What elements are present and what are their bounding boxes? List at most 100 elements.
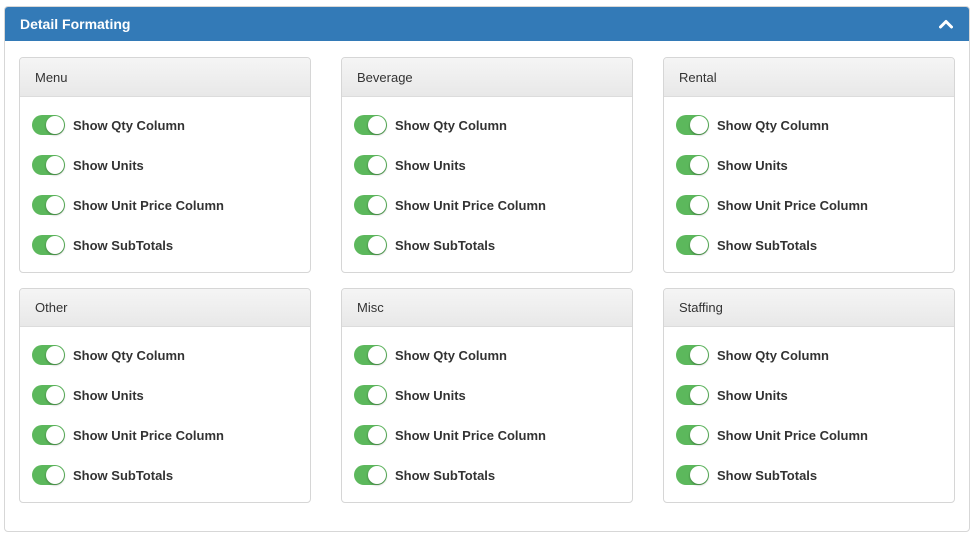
toggle-switch[interactable] [32, 345, 65, 365]
toggle-label: Show SubTotals [717, 237, 818, 253]
toggle-switch[interactable] [354, 465, 387, 485]
toggle-knob [46, 196, 64, 214]
toggle-switch[interactable] [32, 425, 65, 445]
section-title: Rental [664, 58, 954, 97]
toggle-switch[interactable] [676, 195, 709, 215]
toggle-show-unit-price-column[interactable]: Show Unit Price Column [32, 194, 224, 216]
toggle-knob [690, 236, 708, 254]
toggle-switch[interactable] [354, 235, 387, 255]
toggle-label: Show Unit Price Column [717, 427, 868, 443]
toggle-label: Show Qty Column [395, 117, 507, 133]
toggle-label: Show Units [717, 157, 788, 173]
toggle-show-unit-price-column[interactable]: Show Unit Price Column [676, 424, 868, 446]
toggle-label: Show Unit Price Column [73, 427, 224, 443]
toggle-knob [46, 466, 64, 484]
toggle-label: Show Unit Price Column [73, 197, 224, 213]
toggle-show-subtotals[interactable]: Show SubTotals [32, 464, 173, 486]
toggle-label: Show Unit Price Column [717, 197, 868, 213]
section-title: Misc [342, 289, 632, 327]
toggle-switch[interactable] [676, 385, 709, 405]
toggle-knob [690, 346, 708, 364]
toggle-show-unit-price-column[interactable]: Show Unit Price Column [32, 424, 224, 446]
toggle-show-qty-column[interactable]: Show Qty Column [676, 114, 829, 136]
toggle-switch[interactable] [676, 115, 709, 135]
toggle-switch[interactable] [676, 155, 709, 175]
toggle-knob [368, 426, 386, 444]
toggle-show-subtotals[interactable]: Show SubTotals [354, 234, 495, 256]
toggle-knob [368, 386, 386, 404]
toggle-knob [46, 346, 64, 364]
section-card-menu: Menu Show Qty Column Show Units Show Uni… [19, 57, 311, 273]
toggle-knob [46, 426, 64, 444]
toggle-label: Show SubTotals [73, 237, 174, 253]
toggle-show-unit-price-column[interactable]: Show Unit Price Column [354, 424, 546, 446]
toggle-label: Show Qty Column [717, 347, 829, 363]
toggle-knob [690, 116, 708, 134]
toggle-knob [368, 116, 386, 134]
toggle-show-qty-column[interactable]: Show Qty Column [354, 344, 507, 366]
toggle-show-subtotals[interactable]: Show SubTotals [354, 464, 495, 486]
toggle-knob [368, 156, 386, 174]
toggle-show-units[interactable]: Show Units [676, 154, 788, 176]
toggle-switch[interactable] [354, 425, 387, 445]
toggle-knob [46, 386, 64, 404]
toggle-switch[interactable] [32, 235, 65, 255]
toggle-label: Show Units [395, 387, 466, 403]
toggle-switch[interactable] [32, 385, 65, 405]
toggle-show-unit-price-column[interactable]: Show Unit Price Column [676, 194, 868, 216]
toggle-label: Show Unit Price Column [395, 427, 546, 443]
toggle-show-qty-column[interactable]: Show Qty Column [676, 344, 829, 366]
toggle-label: Show Units [717, 387, 788, 403]
section-card-misc: Misc Show Qty Column Show Units Show Uni… [341, 288, 633, 503]
toggle-switch[interactable] [354, 195, 387, 215]
toggle-label: Show Units [73, 157, 144, 173]
sections-grid: Menu Show Qty Column Show Units Show Uni… [0, 0, 976, 539]
toggle-switch[interactable] [32, 115, 65, 135]
toggle-knob [690, 196, 708, 214]
toggle-show-qty-column[interactable]: Show Qty Column [32, 344, 185, 366]
section-title: Menu [20, 58, 310, 97]
toggle-show-subtotals[interactable]: Show SubTotals [676, 234, 817, 256]
toggle-show-qty-column[interactable]: Show Qty Column [32, 114, 185, 136]
toggle-label: Show Units [395, 157, 466, 173]
section-card-rental: Rental Show Qty Column Show Units Show U… [663, 57, 955, 273]
toggle-show-units[interactable]: Show Units [32, 384, 144, 406]
toggle-switch[interactable] [354, 345, 387, 365]
toggle-show-unit-price-column[interactable]: Show Unit Price Column [354, 194, 546, 216]
toggle-knob [46, 156, 64, 174]
toggle-switch[interactable] [32, 195, 65, 215]
toggle-switch[interactable] [676, 235, 709, 255]
section-card-beverage: Beverage Show Qty Column Show Units Show… [341, 57, 633, 273]
toggle-show-subtotals[interactable]: Show SubTotals [676, 464, 817, 486]
toggle-label: Show Qty Column [73, 117, 185, 133]
section-card-other: Other Show Qty Column Show Units Show Un… [19, 288, 311, 503]
toggle-show-units[interactable]: Show Units [32, 154, 144, 176]
toggle-switch[interactable] [676, 425, 709, 445]
toggle-knob [690, 386, 708, 404]
toggle-knob [368, 466, 386, 484]
toggle-knob [690, 156, 708, 174]
toggle-label: Show Qty Column [717, 117, 829, 133]
toggle-knob [690, 426, 708, 444]
toggle-switch[interactable] [32, 465, 65, 485]
toggle-label: Show SubTotals [395, 237, 496, 253]
toggle-switch[interactable] [676, 345, 709, 365]
toggle-label: Show SubTotals [717, 467, 818, 483]
toggle-show-units[interactable]: Show Units [354, 154, 466, 176]
toggle-switch[interactable] [676, 465, 709, 485]
toggle-switch[interactable] [354, 385, 387, 405]
toggle-switch[interactable] [354, 155, 387, 175]
toggle-switch[interactable] [354, 115, 387, 135]
toggle-show-units[interactable]: Show Units [354, 384, 466, 406]
toggle-show-subtotals[interactable]: Show SubTotals [32, 234, 173, 256]
toggle-knob [46, 116, 64, 134]
toggle-knob [368, 236, 386, 254]
toggle-knob [368, 196, 386, 214]
section-card-staffing: Staffing Show Qty Column Show Units Show… [663, 288, 955, 503]
toggle-show-units[interactable]: Show Units [676, 384, 788, 406]
toggle-knob [690, 466, 708, 484]
toggle-label: Show Qty Column [73, 347, 185, 363]
toggle-switch[interactable] [32, 155, 65, 175]
toggle-show-qty-column[interactable]: Show Qty Column [354, 114, 507, 136]
section-title: Beverage [342, 58, 632, 97]
